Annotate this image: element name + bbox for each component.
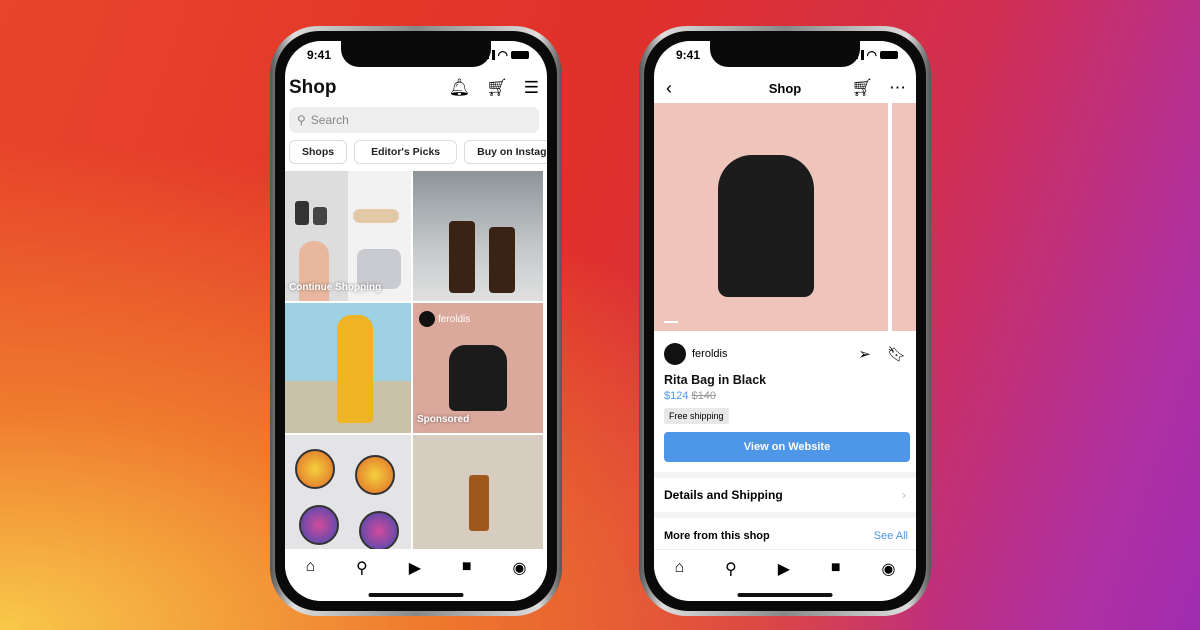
sale-price: $124 — [664, 390, 689, 402]
cart-icon[interactable]: 🛒︎ — [486, 78, 508, 98]
home-indicator — [368, 593, 464, 597]
menu-icon[interactable]: ☰ — [524, 78, 539, 98]
more-from-shop-heading: More from this shop — [664, 530, 770, 542]
chip-buy-on-instagram[interactable]: Buy on Instag — [464, 140, 547, 164]
free-shipping-badge: Free shipping — [664, 408, 729, 424]
cart-icon[interactable]: 🛒︎ — [851, 78, 873, 98]
see-all-link[interactable]: See All — [874, 530, 908, 542]
share-icon[interactable]: ➢ — [858, 345, 871, 363]
chevron-right-icon: › — [902, 488, 906, 502]
view-on-website-button[interactable]: View on Website — [664, 432, 910, 462]
chip-editors-picks[interactable]: Editor's Picks — [354, 140, 458, 164]
bell-icon[interactable]: 🔔︎ — [449, 78, 471, 98]
search-icon[interactable]: ⚲ — [356, 558, 368, 601]
more-icon[interactable]: ⋯ — [889, 78, 906, 98]
phone-shop-feed: 9:41 ◠ Shop 🔔︎ 🛒︎ ☰ ⚲ Search Shops Editor's … — [270, 26, 562, 616]
home-icon[interactable]: ⌂ — [305, 558, 315, 601]
phone-product-detail: 9:41 ◠ ‹ Shop 🛒︎ ⋯ feroldis ➢ 🔖︎ Rita Bag i… — [639, 26, 931, 616]
signal-wifi-battery-icon: ◠ — [854, 48, 898, 62]
search-placeholder: Search — [310, 113, 349, 127]
account-name[interactable]: feroldis — [692, 348, 727, 360]
bookmark-icon[interactable]: 🔖︎ — [887, 345, 906, 363]
search-input[interactable]: ⚲ Search — [289, 107, 539, 133]
tile-sponsored-bag[interactable]: feroldis Sponsored — [413, 303, 543, 433]
search-icon: ⚲ — [297, 113, 306, 127]
chip-shops[interactable]: Shops — [289, 140, 348, 164]
product-image-bag — [718, 155, 814, 297]
tile-bottles[interactable] — [413, 171, 543, 301]
tile-yellow-outfit[interactable] — [285, 303, 411, 433]
tile-continue-shopping[interactable]: Continue Shopping — [285, 171, 411, 301]
signal-wifi-battery-icon: ◠ — [485, 48, 529, 62]
time: 9:41 — [676, 48, 701, 62]
page-title: Shop — [768, 80, 802, 96]
search-icon[interactable]: ⚲ — [725, 559, 737, 601]
tile-sunglasses[interactable] — [285, 435, 411, 565]
home-icon[interactable]: ⌂ — [674, 559, 684, 601]
details-and-shipping-row[interactable]: Details and Shipping › — [654, 478, 916, 512]
profile-icon[interactable]: ◉ — [513, 558, 527, 601]
sponsored-label: Sponsored — [417, 414, 470, 425]
avatar — [419, 311, 435, 327]
notch — [710, 41, 860, 67]
page-title: Shop — [289, 77, 337, 98]
back-icon[interactable]: ‹ — [666, 78, 672, 99]
shop-grid: Continue Shopping feroldis Sponsored — [285, 171, 543, 565]
tile-serum[interactable] — [413, 435, 543, 565]
home-indicator — [737, 593, 833, 597]
avatar[interactable] — [664, 343, 686, 365]
tile-caption: Continue Shopping — [289, 282, 382, 293]
original-price: $140 — [691, 390, 717, 402]
product-name: Rita Bag in Black — [664, 373, 767, 387]
account-name: feroldis — [438, 313, 471, 325]
details-label: Details and Shipping — [664, 488, 783, 502]
notch — [341, 41, 491, 67]
time: 9:41 — [307, 48, 332, 62]
product-image-carousel[interactable] — [654, 103, 916, 331]
profile-icon[interactable]: ◉ — [882, 559, 896, 601]
